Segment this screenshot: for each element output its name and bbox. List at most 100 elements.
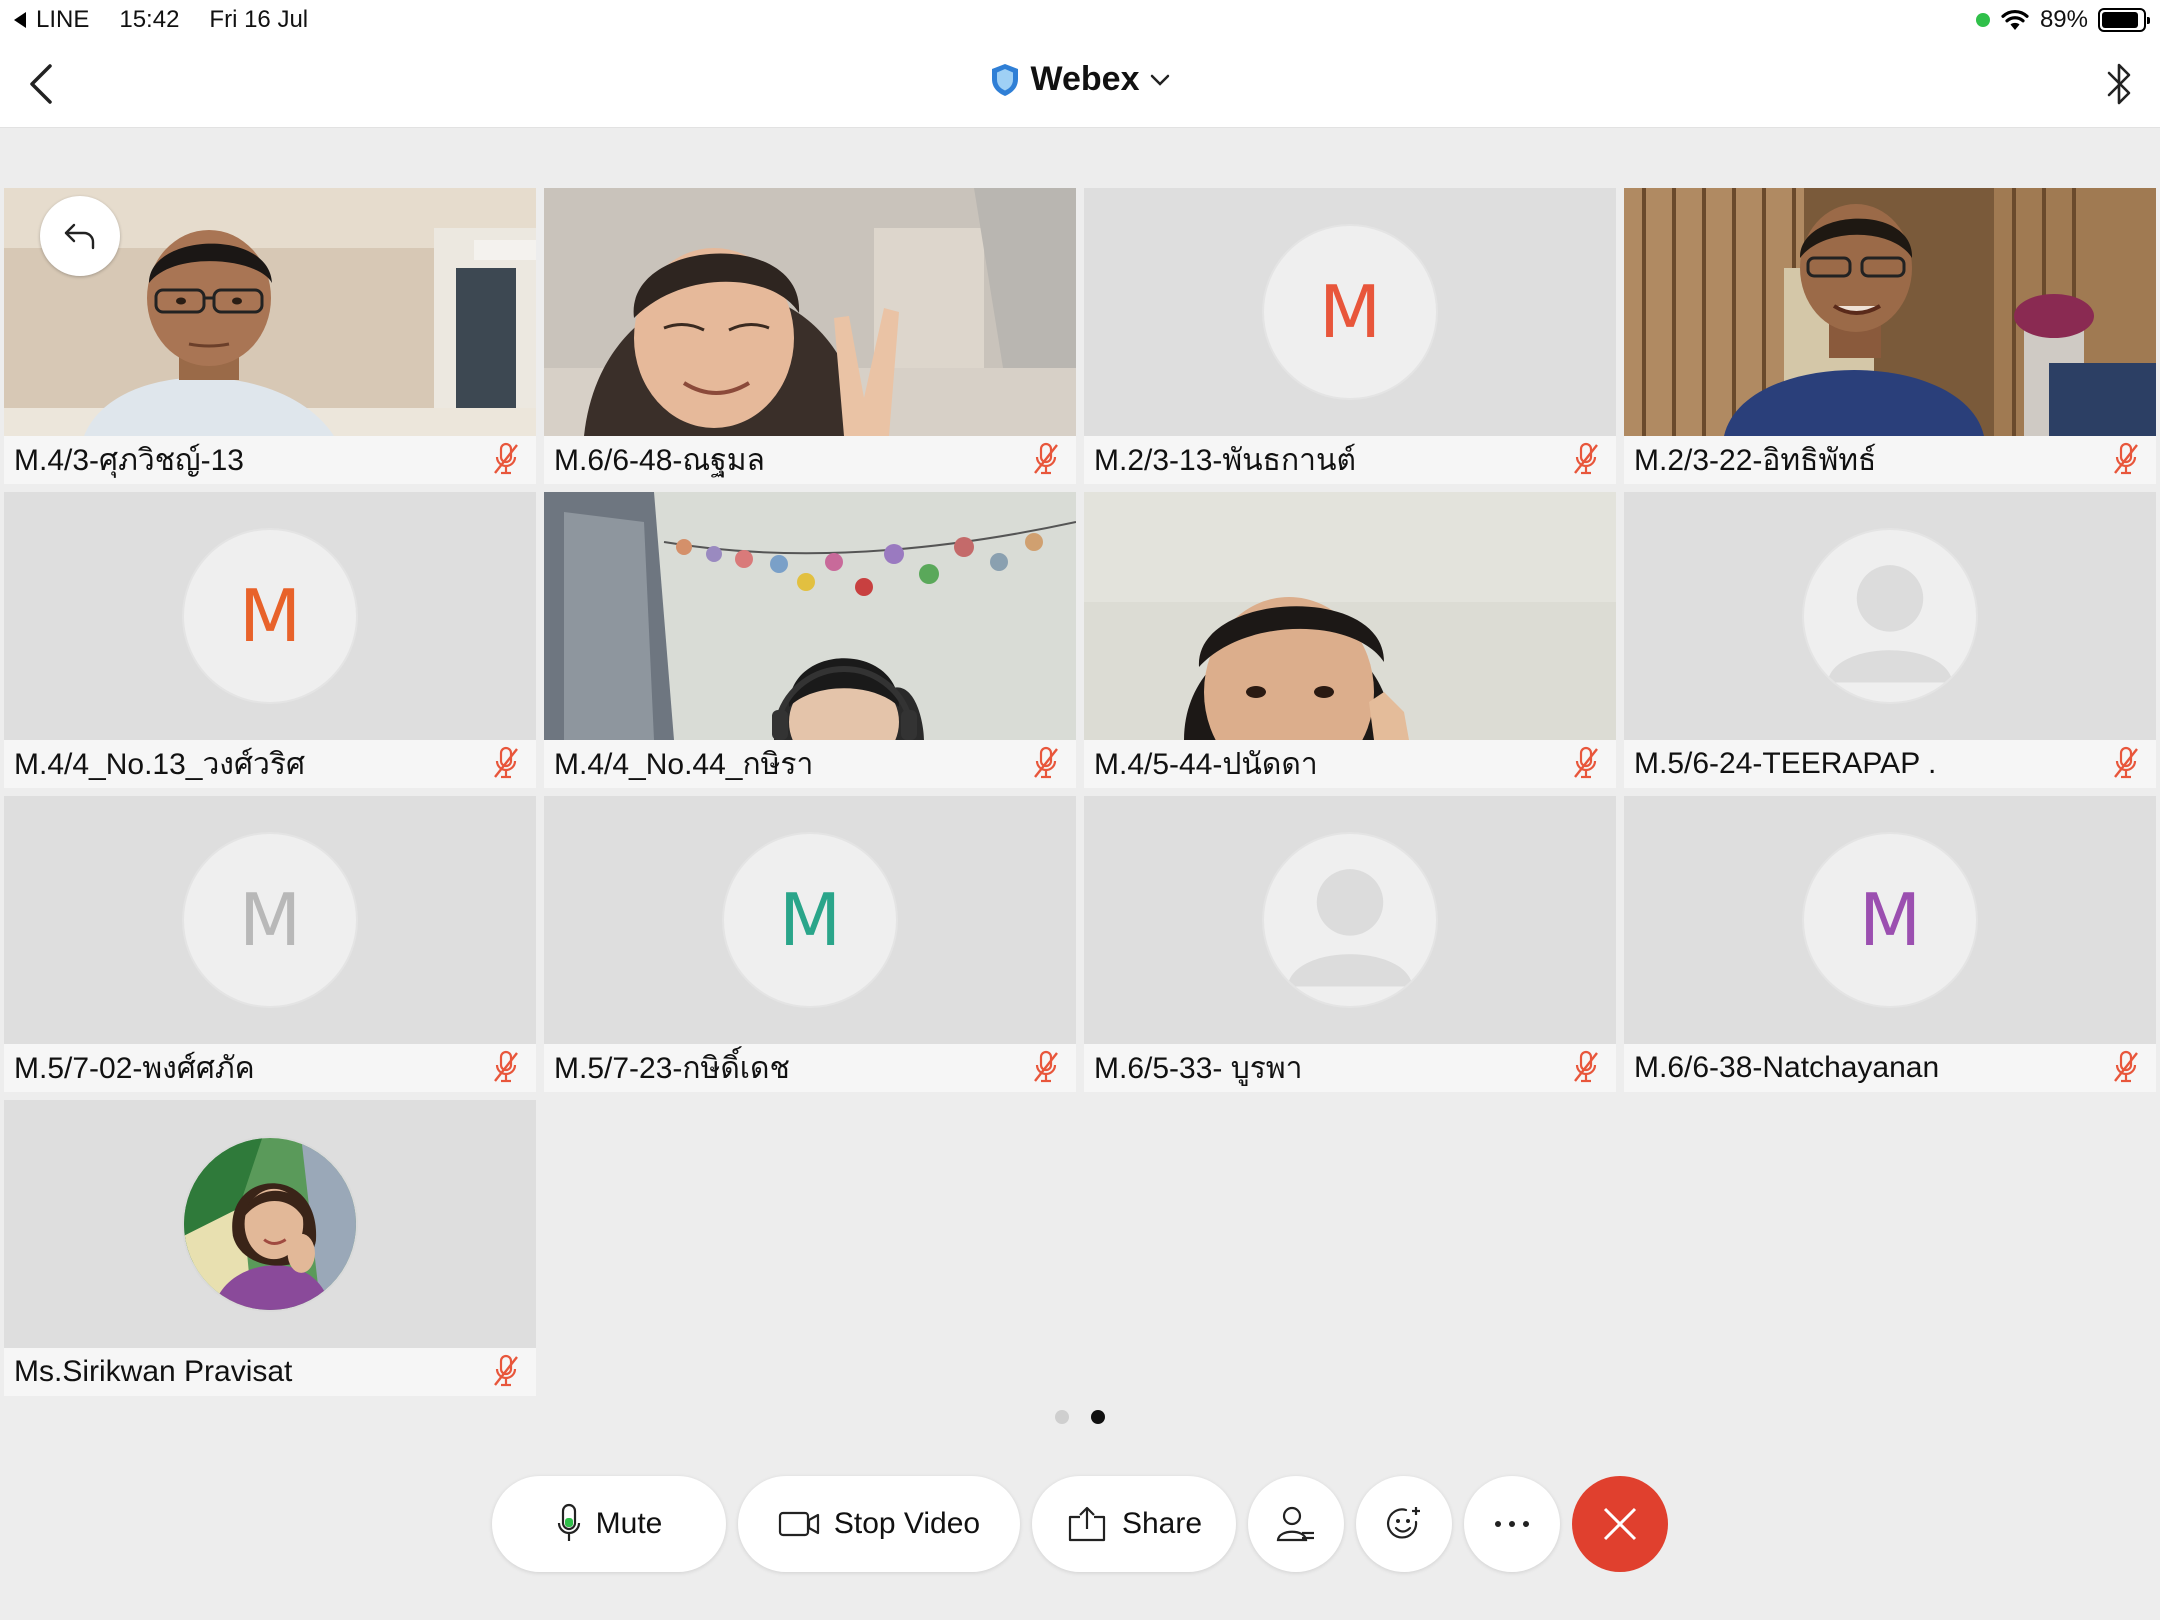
participant-tile[interactable]: M.6/5-33- บูรพา — [1084, 796, 1616, 1092]
battery-percent: 89% — [2039, 6, 2088, 33]
participant-name: M.6/6-38-Natchayanan — [1634, 1051, 1940, 1084]
participant-tile[interactable]: M.4/4_No.44_กษิรา — [544, 492, 1076, 788]
leave-meeting-button[interactable] — [1572, 1476, 1668, 1572]
share-label: Share — [1121, 1507, 1203, 1540]
participant-name-bar: M.6/6-38-Natchayanan — [1624, 1044, 2156, 1092]
muted-mic-icon — [494, 746, 518, 779]
initial-avatar: M — [182, 528, 358, 704]
participant-name: M.5/7-02-พงศ์ศภัค — [14, 1051, 255, 1085]
participant-name-bar: M.5/7-02-พงศ์ศภัค — [4, 1044, 536, 1092]
camera-in-use-indicator — [1975, 13, 1990, 27]
participant-tile[interactable]: M.5/6-24-TEERAPAP . — [1624, 492, 2156, 788]
muted-mic-icon — [1034, 746, 1058, 779]
share-button[interactable]: Share — [1032, 1476, 1236, 1572]
participant-name: M.5/6-24-TEERAPAP . — [1634, 747, 1937, 780]
battery-icon — [2098, 8, 2150, 32]
participant-name-bar: M.5/7-23-กษิดิ์เดช — [544, 1044, 1076, 1092]
initial-avatar: M — [182, 832, 358, 1008]
participant-name-bar: M.5/6-24-TEERAPAP . — [1624, 740, 2156, 788]
meeting-title: Webex — [1030, 60, 1140, 98]
mute-label: Mute — [595, 1507, 663, 1540]
muted-mic-icon — [1574, 746, 1598, 779]
participant-name: M.4/4_No.13_วงศ์วริศ — [14, 747, 305, 781]
participants-button[interactable] — [1248, 1476, 1344, 1572]
muted-mic-icon — [1574, 442, 1598, 475]
page-dot[interactable] — [1055, 1410, 1069, 1424]
top-nav-bar: Webex — [0, 40, 2160, 128]
undo-arrow-button[interactable] — [40, 196, 120, 276]
participant-name: M.6/6-48-ณฐมล — [554, 443, 765, 477]
muted-mic-icon — [1034, 442, 1058, 475]
muted-mic-icon — [494, 1354, 518, 1387]
page-indicator[interactable] — [0, 1410, 2160, 1424]
participant-name: M.4/5-44-ปนัดดา — [1094, 747, 1318, 781]
status-time: 15:42 — [119, 6, 180, 33]
wifi-icon — [2001, 9, 2029, 30]
muted-mic-icon — [494, 1050, 518, 1083]
participant-name: M.5/7-23-กษิดิ์เดช — [554, 1051, 790, 1085]
participant-tile[interactable]: M.6/6-48-ณฐมล — [544, 188, 1076, 484]
mute-button[interactable]: Mute — [492, 1476, 726, 1572]
avatar-initial: M — [1858, 878, 1922, 962]
participant-name-bar: M.4/3-ศุภวิชญ์-13 — [4, 436, 536, 484]
participant-name-bar: M.4/4_No.13_วงศ์วริศ — [4, 740, 536, 788]
participant-tile[interactable]: Ms.Sirikwan Pravisat — [4, 1100, 536, 1396]
participant-video — [1624, 188, 2156, 436]
participant-name-bar: M.6/5-33- บูรพา — [1084, 1044, 1616, 1092]
initial-avatar: M — [1802, 832, 1978, 1008]
stop-video-label: Stop Video — [833, 1507, 981, 1540]
participant-name-bar: M.4/5-44-ปนัดดา — [1084, 740, 1616, 788]
avatar-initial: M — [238, 574, 302, 658]
profile-photo-avatar — [182, 1136, 358, 1312]
undo-arrow-icon — [64, 223, 95, 250]
participant-video — [1084, 492, 1616, 740]
muted-mic-icon — [2114, 746, 2138, 779]
reactions-button[interactable] — [1356, 1476, 1452, 1572]
participant-name: Ms.Sirikwan Pravisat — [14, 1355, 293, 1388]
meeting-title-menu[interactable]: Webex — [0, 60, 2160, 99]
back-app-label[interactable]: LINE — [36, 6, 89, 34]
participant-name-bar: M.4/4_No.44_กษิรา — [544, 740, 1076, 788]
participant-video — [544, 492, 1076, 740]
person-silhouette-icon — [1827, 565, 1953, 683]
microphone-icon — [557, 1503, 580, 1541]
person-silhouette-icon — [1287, 869, 1413, 987]
status-date: Fri 16 Jul — [209, 6, 309, 33]
muted-mic-icon — [1574, 1050, 1598, 1083]
close-icon — [1603, 1507, 1637, 1541]
muted-mic-icon — [2114, 442, 2138, 475]
video-camera-icon — [778, 1511, 819, 1537]
participant-name: M.2/3-13-พันธกานต์ — [1094, 443, 1356, 477]
default-avatar — [1802, 528, 1978, 704]
participant-name: M.4/4_No.44_กษิรา — [554, 747, 814, 781]
share-icon — [1068, 1506, 1106, 1542]
participants-list-icon — [1276, 1506, 1314, 1542]
more-dots-icon — [1495, 1521, 1529, 1527]
muted-mic-icon — [494, 442, 518, 475]
participant-tile[interactable]: M M.6/6-38-Natchayanan — [1624, 796, 2156, 1092]
participant-name-bar: M.6/6-48-ณฐมล — [544, 436, 1076, 484]
page-dot[interactable] — [1091, 1410, 1105, 1424]
default-avatar — [1262, 832, 1438, 1008]
participant-tile[interactable]: M M.5/7-23-กษิดิ์เดช — [544, 796, 1076, 1092]
participant-name-bar: Ms.Sirikwan Pravisat — [4, 1348, 536, 1396]
back-to-app-icon[interactable] — [14, 12, 26, 28]
participant-name: M.6/5-33- บูรพา — [1094, 1051, 1303, 1085]
participant-tile[interactable]: M.4/5-44-ปนัดดา — [1084, 492, 1616, 788]
status-bar: LINE 15:42 Fri 16 Jul 89% — [0, 0, 2160, 40]
participant-name-bar: M.2/3-13-พันธกานต์ — [1084, 436, 1616, 484]
avatar-initial: M — [238, 878, 302, 962]
participant-tile[interactable]: M.2/3-22-อิทธิพัทธ์ — [1624, 188, 2156, 484]
more-options-button[interactable] — [1464, 1476, 1560, 1572]
participant-video — [544, 188, 1076, 436]
participant-name-bar: M.2/3-22-อิทธิพัทธ์ — [1624, 436, 2156, 484]
participant-name: M.4/3-ศุภวิชญ์-13 — [14, 443, 244, 477]
participant-tile[interactable]: M M.5/7-02-พงศ์ศภัค — [4, 796, 536, 1092]
avatar-initial: M — [1318, 270, 1382, 354]
participant-tile[interactable]: M M.2/3-13-พันธกานต์ — [1084, 188, 1616, 484]
participant-tile[interactable]: M M.4/4_No.13_วงศ์วริศ — [4, 492, 536, 788]
participant-tile[interactable]: M.4/3-ศุภวิชญ์-13 — [4, 188, 536, 484]
stop-video-button[interactable]: Stop Video — [738, 1476, 1020, 1572]
battery-fill — [2102, 12, 2138, 28]
bluetooth-icon[interactable] — [2102, 58, 2138, 110]
